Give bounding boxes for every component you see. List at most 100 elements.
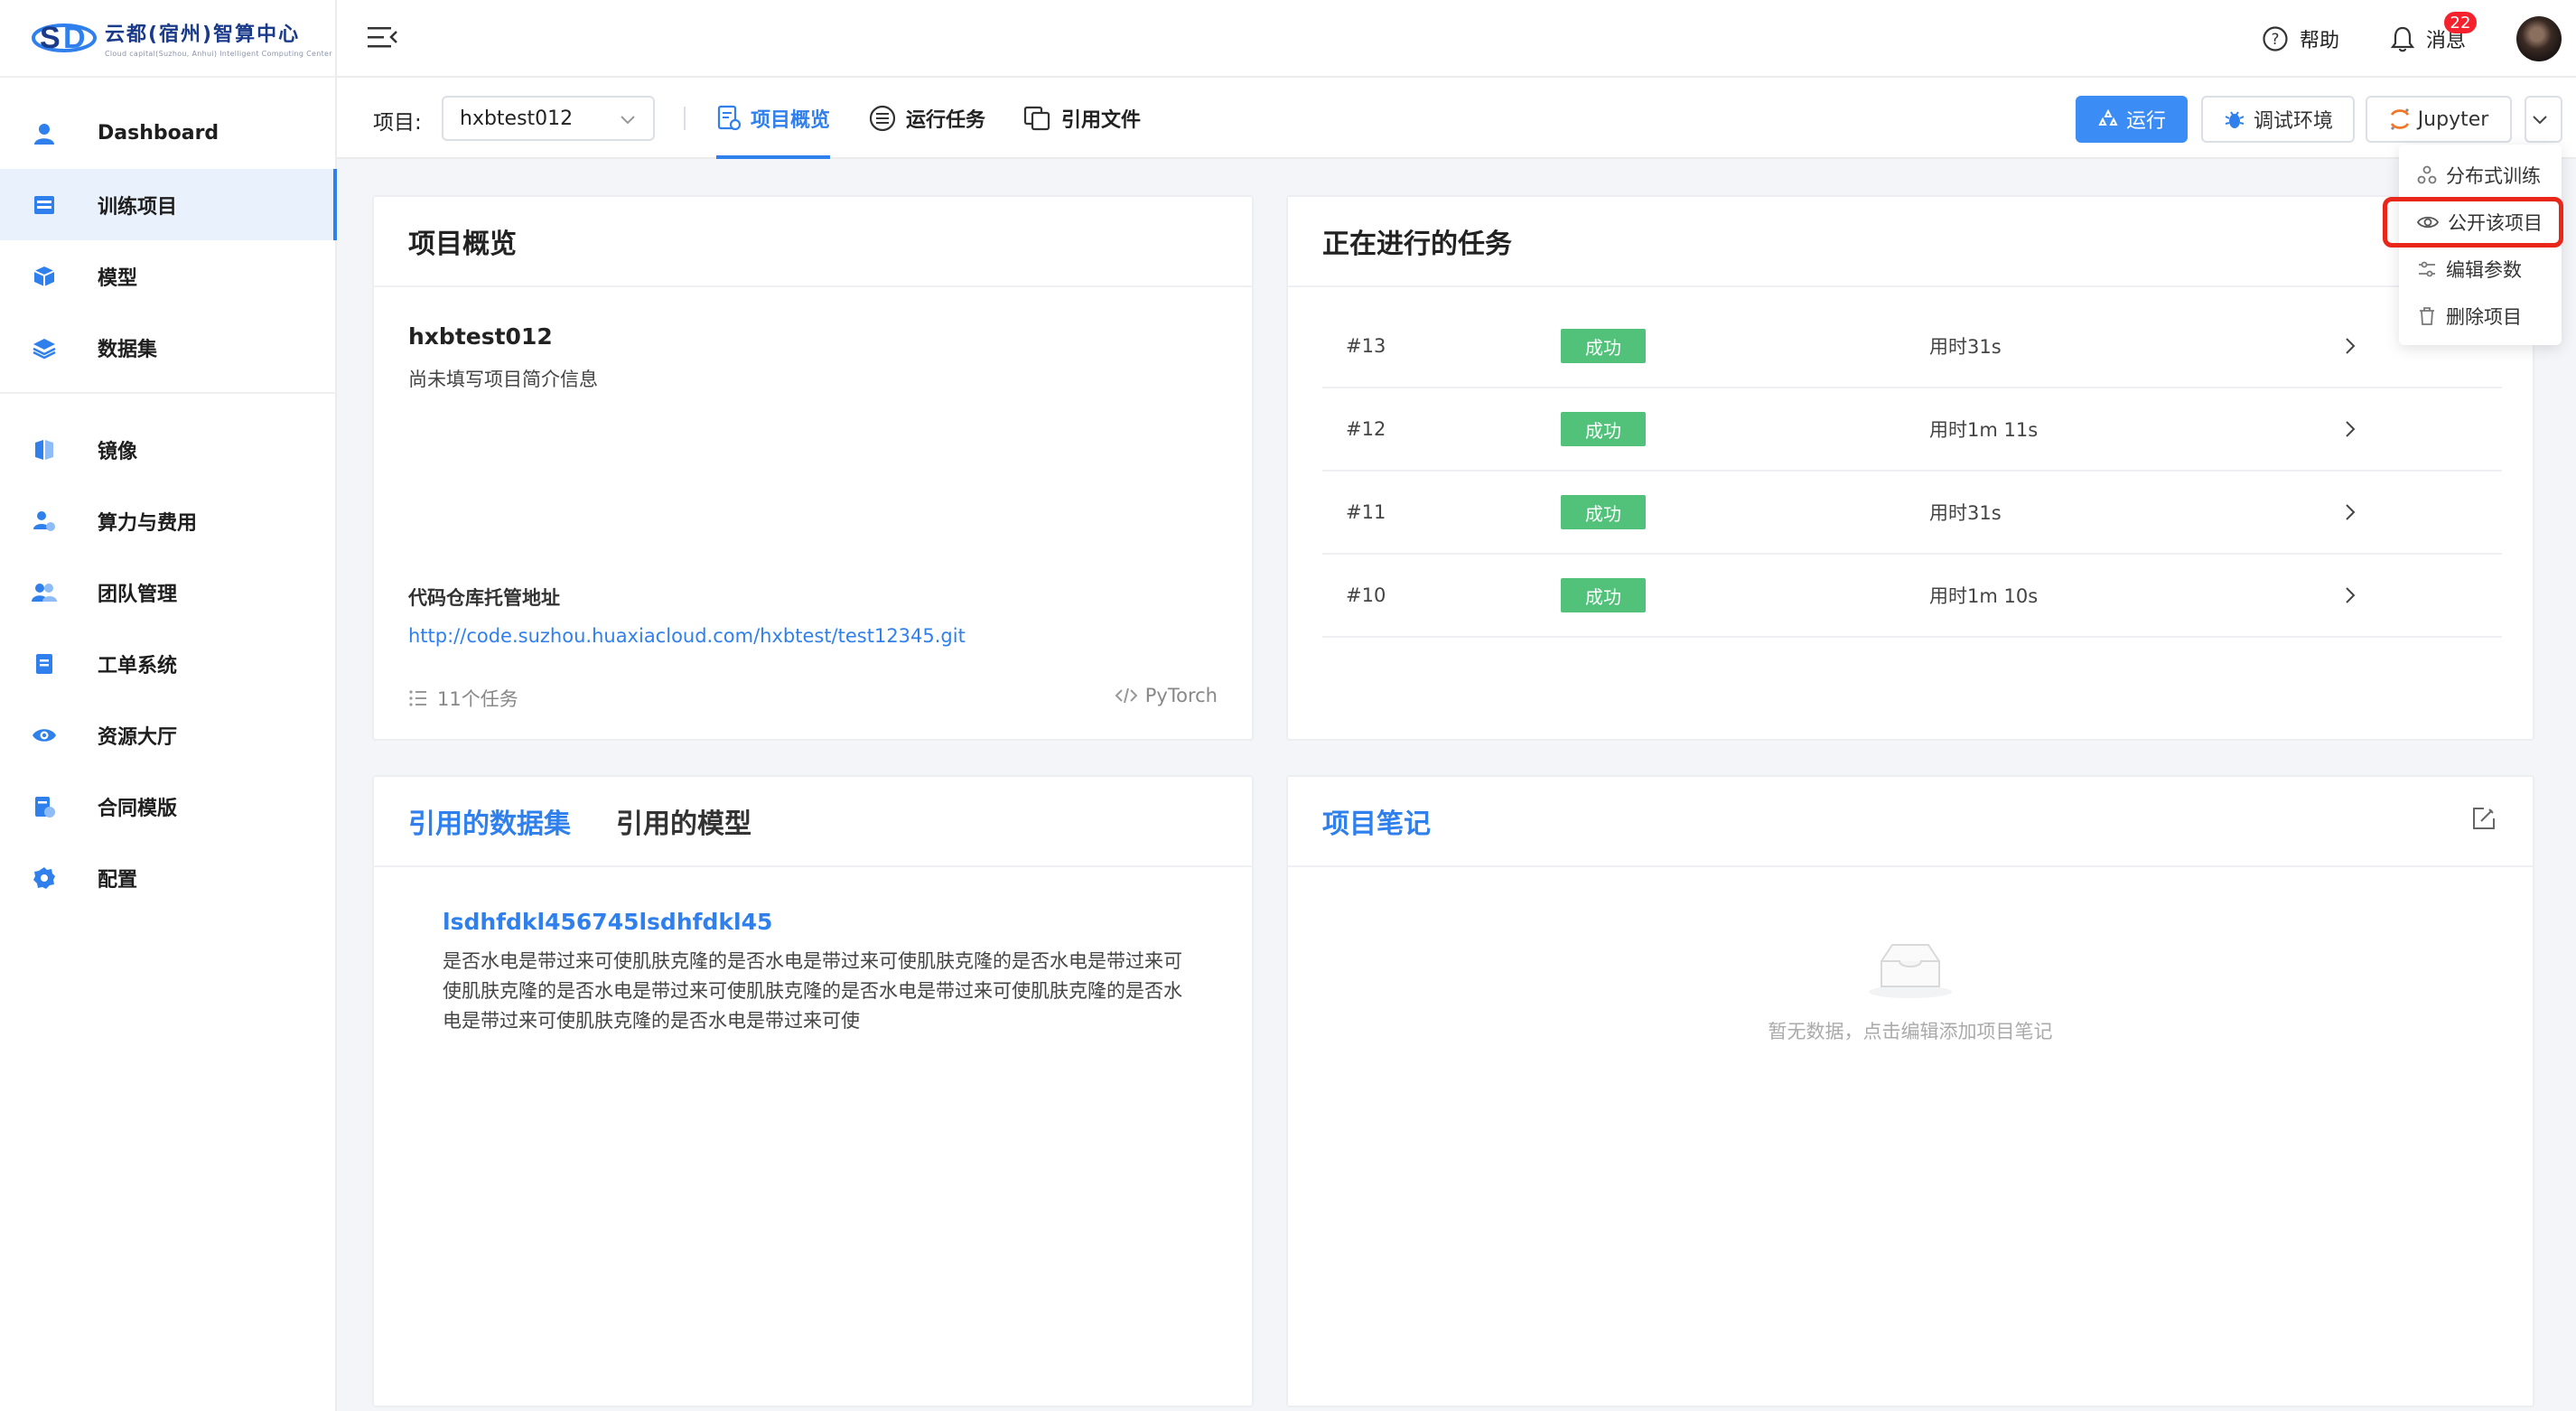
empty-inbox-icon [1869,944,1952,998]
messages-badge: 22 [2443,12,2477,33]
messages-link[interactable]: 消息 22 [2390,12,2477,53]
sidebar-item-settings[interactable]: 配置 [0,842,335,913]
sidebar-item-training-projects[interactable]: 训练项目 [0,169,337,240]
sidebar-item-label: 算力与费用 [98,511,198,535]
status-badge: 成功 [1561,578,1646,612]
overview-icon [717,105,742,131]
list-icon [869,105,896,132]
sidebar-item-label: 合同模版 [98,797,178,820]
gear-icon [31,864,58,892]
dataset-description: 是否水电是带过来可使肌肤克隆的是否水电是带过来可使肌肤克隆的是否水电是带过来可使… [443,950,1182,1032]
notes-title: 项目笔记 [1322,808,1431,840]
sidebar-item-resources[interactable]: 资源大厅 [0,699,335,771]
jupyter-button[interactable]: Jupyter [2366,96,2512,143]
tab-referenced-models[interactable]: 引用的模型 [616,801,751,841]
bell-icon [2390,26,2415,52]
collapse-menu-icon[interactable] [366,23,398,52]
sidebar-item-label: Dashboard [98,122,219,145]
task-id: #12 [1346,418,1386,440]
menu-item-distributed-training[interactable]: 分布式训练 [2399,152,2562,199]
sidebar-item-images[interactable]: 镜像 [0,414,335,485]
help-link[interactable]: ? 帮助 [2262,24,2339,53]
sidebar-item-compute-cost[interactable]: 算力与费用 [0,485,335,556]
debug-env-button[interactable]: 调试环境 [2201,96,2355,143]
project-toolbar: 项目: hxbtest012 项目概览 运行任务 引用文件 运行 调试环境 Ju… [337,78,2576,159]
more-actions-button[interactable] [2525,96,2562,143]
trash-icon [2420,307,2434,325]
sidebar-item-dashboard[interactable]: Dashboard [0,98,335,169]
team-icon [31,579,58,606]
more-actions-menu: 分布式训练 公开该项目 编辑参数 删除项目 [2383,145,2563,345]
tab-referenced-datasets[interactable]: 引用的数据集 [408,801,571,841]
sidebar: S D 云都(宿州)智算中心 Cloud capital(Suzhou, Anh… [0,0,337,1411]
chevron-right-icon[interactable] [2343,502,2357,522]
menu-item-label: 分布式训练 [2446,165,2541,187]
sidebar-item-label: 配置 [98,868,138,892]
project-icon [31,192,58,219]
tab-running-tasks[interactable]: 运行任务 [868,78,985,159]
cube-icon [31,263,58,290]
run-button[interactable]: 运行 [2076,96,2188,143]
brand-subtitle: Cloud capital(Suzhou, Anhui) Intelligent… [105,50,332,58]
chevron-right-icon[interactable] [2343,419,2357,439]
jupyter-icon [2390,108,2409,130]
files-icon [1023,106,1050,131]
repo-url-link[interactable]: http://code.suzhou.huaxiacloud.com/hxbte… [408,625,966,647]
task-count-label: 11个任务 [437,688,518,710]
chevron-down-icon [2533,116,2547,125]
ticket-icon [31,650,58,677]
project-select-value: hxbtest012 [460,107,574,130]
top-bar: ? 帮助 消息 22 [337,0,2576,78]
tab-label: 运行任务 [906,109,986,132]
run-icon [2098,108,2118,126]
menu-item-delete-project[interactable]: 删除项目 [2399,293,2562,340]
project-label: 项目: [373,111,422,135]
sidebar-item-tickets[interactable]: 工单系统 [0,628,335,699]
tab-label: 项目概览 [751,109,831,132]
sidebar-item-datasets[interactable]: 数据集 [0,312,335,383]
task-row[interactable]: #12 成功 用时1m 11s [1322,388,2502,472]
tab-referenced-files[interactable]: 引用文件 [1023,78,1141,159]
sidebar-item-label: 模型 [98,266,138,290]
task-id: #11 [1346,501,1386,523]
repo-label: 代码仓库托管地址 [408,587,560,609]
svg-text:S: S [40,21,61,55]
sidebar-item-models[interactable]: 模型 [0,240,335,312]
task-row[interactable]: #13 成功 用时31s [1322,305,2502,388]
running-tasks-card: 正在进行的任务 #13 成功 用时31s #12 成功 用时1m 11s #11… [1286,195,2534,741]
help-label: 帮助 [2299,30,2339,52]
sidebar-item-team[interactable]: 团队管理 [0,556,335,628]
chevron-right-icon[interactable] [2343,585,2357,605]
brand[interactable]: S D 云都(宿州)智算中心 Cloud capital(Suzhou, Anh… [0,0,335,78]
brand-name: 云都(宿州)智算中心 [105,23,301,46]
status-badge: 成功 [1561,495,1646,529]
task-duration: 用时31s [1929,502,2002,524]
project-name: hxbtest012 [408,323,553,350]
compute-cost-icon [31,508,58,535]
status-badge: 成功 [1561,329,1646,363]
distributed-icon [2417,165,2437,184]
layers-icon [31,334,58,361]
project-select[interactable]: hxbtest012 [442,96,655,141]
overview-title: 项目概览 [408,229,517,260]
avatar[interactable] [2516,16,2562,61]
sidebar-item-contracts[interactable]: 合同模版 [0,771,335,842]
menu-item-edit-params[interactable]: 编辑参数 [2399,246,2562,293]
project-description: 尚未填写项目简介信息 [408,369,598,390]
chevron-right-icon[interactable] [2343,336,2357,356]
image-icon [31,436,58,463]
task-count: 11个任务 [408,685,518,712]
dataset-name-link[interactable]: lsdhfdkl456745lsdhfdkl45 [443,909,772,935]
list-icon [409,690,426,706]
run-button-label: 运行 [2125,110,2166,133]
edit-icon[interactable] [2471,806,2497,831]
eye-icon [31,722,58,749]
tab-overview[interactable]: 项目概览 [716,78,831,159]
menu-item-label: 删除项目 [2446,306,2522,328]
chevron-down-icon [621,116,635,125]
sliders-icon [2419,261,2435,277]
task-id: #10 [1346,584,1386,606]
task-duration: 用时31s [1929,336,2002,358]
task-row[interactable]: #11 成功 用时31s [1322,472,2502,555]
task-row[interactable]: #10 成功 用时1m 10s [1322,555,2502,638]
